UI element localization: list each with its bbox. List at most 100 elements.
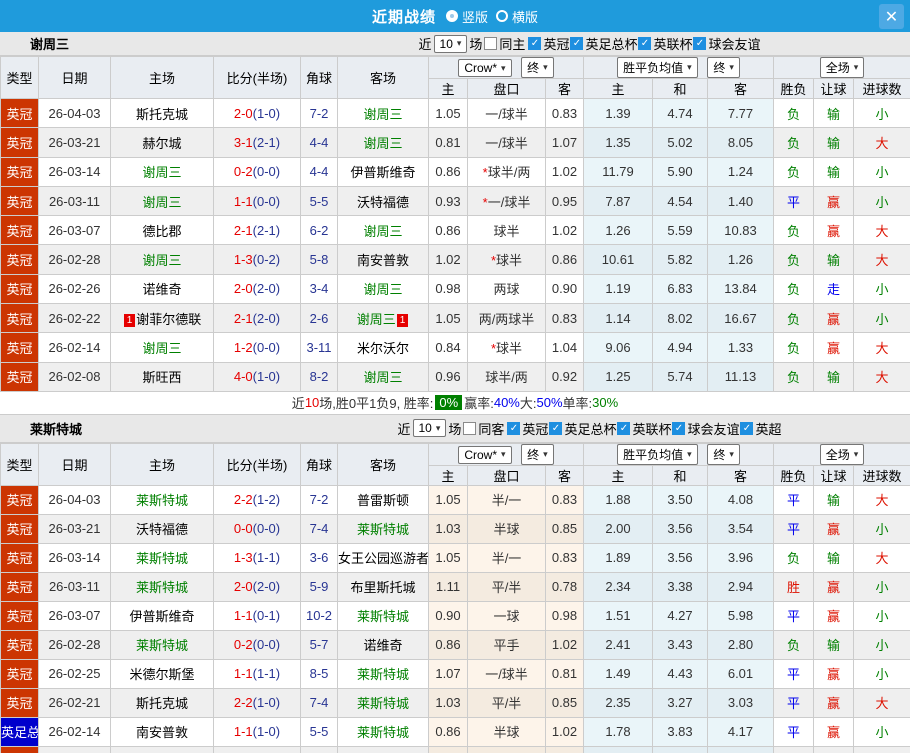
checkbox-checked-icon[interactable]: ✓ [672, 421, 686, 435]
away-team-cell: 南安普敦 [337, 745, 429, 753]
checkbox-unchecked-icon[interactable] [484, 37, 498, 50]
avg-home-cell: 1.49 [583, 658, 653, 689]
table-row: 英冠 26-04-03 莱斯特城 2-2(1-2) 7-2 普雷斯顿 1.05 … [0, 484, 910, 515]
avg-away-cell: 13.84 [706, 273, 775, 305]
away-team-name: 莱斯特城 [356, 522, 409, 538]
match-type-cell: 英冠 [0, 745, 39, 753]
home-team-name: 谢周三 [142, 341, 182, 357]
home-team-name: 莱斯特城 [135, 493, 188, 509]
recent-count-select[interactable]: 10 ▾ [433, 34, 468, 53]
away-team-cell: 布里斯托城 [337, 571, 429, 602]
horizontal-view-label[interactable]: 横版 [512, 7, 538, 26]
scope-select[interactable]: 全场 ▾ [819, 57, 865, 78]
avg-home-cell: 1.88 [583, 484, 653, 515]
away-odds-cell: 0.90 [545, 273, 584, 305]
league-filter[interactable]: ✓ 球会友谊 [693, 34, 761, 53]
away-team-cell: 伊普斯维奇 [337, 156, 429, 187]
handicap-value: 一/球半 [485, 106, 528, 122]
score-cell: 3-4(3-0) [213, 745, 301, 753]
spread-result-cell: 赢 [813, 215, 855, 246]
vertical-view-radio-icon[interactable] [445, 10, 458, 22]
checkbox-checked-icon[interactable]: ✓ [693, 37, 707, 50]
handicap-cell: 平/半 [467, 571, 546, 602]
away-odds-cell: 0.82 [545, 745, 584, 753]
col-type: 类型 [0, 442, 39, 486]
recent-count-select[interactable]: 10 ▾ [412, 419, 447, 438]
corner-cell: 5-8 [300, 244, 338, 275]
close-button[interactable]: ✕ [879, 4, 904, 29]
match-date-cell: 26-02-22 [38, 303, 111, 334]
horizontal-view-radio-icon[interactable] [496, 10, 508, 22]
result-cell: 负 [773, 156, 815, 187]
scope-value: 全场 [825, 61, 850, 75]
league-filter[interactable]: ✓ 球会友谊 [672, 419, 739, 438]
checkbox-checked-icon[interactable]: ✓ [740, 421, 754, 435]
avg-type-select[interactable]: 胜平负均值 ▾ [617, 57, 698, 78]
away-team-name: 女王公园巡游者 [338, 551, 429, 567]
match-date-cell: 26-04-03 [38, 484, 111, 515]
bookmaker-value: Crow* [464, 61, 497, 75]
corner-cell: 8-2 [300, 361, 338, 392]
away-team-cell: 谢周三 [337, 97, 429, 129]
checkbox-checked-icon[interactable]: ✓ [507, 421, 521, 435]
avg-stage-select[interactable]: 终 ▾ [707, 57, 740, 78]
avg-type-select[interactable]: 胜平负均值 ▾ [617, 444, 698, 465]
spread-result-cell: 赢 [813, 513, 855, 544]
away-odds-cell: 0.83 [545, 484, 584, 515]
home-team-name: 斯托克城 [135, 106, 188, 122]
checkbox-checked-icon[interactable]: ✓ [549, 421, 563, 435]
handicap-cell: 一球 [467, 600, 546, 631]
avg-type-value: 胜平负均值 [623, 447, 684, 462]
odds-stage-select[interactable]: 终 ▾ [521, 444, 554, 465]
corner-cell: 7-4 [300, 687, 338, 718]
near-label: 近 [397, 421, 411, 437]
league-filter[interactable]: ✓ 英冠 [507, 419, 548, 438]
match-date-cell: 26-02-14 [38, 332, 111, 363]
league-filter[interactable]: ✓ 英联杯 [617, 419, 671, 438]
handicap-value: 平手 [493, 638, 520, 654]
home-team-name: 诺维奇 [142, 282, 182, 298]
avg-stage-value: 终 [713, 447, 726, 462]
team-1-summary: 近 10 场,胜0平1负9, 胜率: 0% 赢率: 40% 大: 50% 单率: 30% [0, 391, 910, 415]
chevron-down-icon: ▾ [543, 62, 548, 72]
goals-result-cell: 小 [853, 97, 910, 129]
handicap-value: 两/两球半 [478, 311, 535, 327]
league-filter[interactable]: ✓ 英联杯 [638, 34, 692, 53]
same-venue-filter[interactable]: 同客 [463, 419, 504, 438]
avg-draw-cell: 3.56 [652, 513, 708, 544]
vertical-view-label[interactable]: 竖版 [462, 7, 488, 26]
same-venue-filter[interactable]: 同主 [484, 34, 525, 53]
sub-away: 客 [545, 464, 584, 486]
checkbox-checked-icon[interactable]: ✓ [528, 37, 542, 50]
bookmaker-select[interactable]: Crow* ▾ [458, 59, 512, 77]
scope-select[interactable]: 全场 ▾ [819, 444, 865, 465]
checkbox-unchecked-icon[interactable] [463, 421, 477, 435]
away-odds-cell: 0.98 [545, 600, 584, 631]
avg-stage-select[interactable]: 终 ▾ [707, 444, 740, 465]
league-filter[interactable]: ✓ 英足总杯 [570, 34, 637, 53]
match-type-cell: 英冠 [0, 97, 39, 129]
checkbox-checked-icon[interactable]: ✓ [570, 37, 584, 50]
avg-draw-cell: 3.43 [652, 745, 708, 753]
checkbox-checked-icon[interactable]: ✓ [617, 421, 631, 435]
recent-count-value: 10 [439, 36, 453, 51]
result-cell: 负 [773, 127, 815, 158]
odds-stage-select[interactable]: 终 ▾ [521, 57, 554, 78]
away-team-cell: 莱斯特城 [337, 687, 429, 718]
away-odds-cell: 0.78 [545, 571, 584, 602]
match-date-cell: 26-04-03 [38, 97, 111, 129]
checkbox-checked-icon[interactable]: ✓ [638, 37, 652, 50]
table-row: 英冠 26-02-08 斯旺西 4-0(1-0) 8-2 谢周三 0.96 球半… [0, 361, 910, 392]
league-filter[interactable]: ✓ 英足总杯 [549, 419, 616, 438]
table-row: 英足总杯 26-02-14 南安普敦 1-1(1-0) 5-5 莱斯特城 0.8… [0, 716, 910, 747]
league-filter[interactable]: ✓ 英超 [740, 419, 782, 438]
handicap-cell: 半/一 [467, 484, 546, 515]
spread-result-cell: 输 [813, 484, 855, 515]
league-filter[interactable]: ✓ 英冠 [528, 34, 569, 53]
col-home: 主场 [110, 442, 214, 486]
spread-result-cell: 输 [813, 156, 855, 187]
match-type-cell: 英冠 [0, 127, 39, 158]
home-team-name: 米德尔斯堡 [129, 667, 195, 683]
home-odds-cell: 0.98 [428, 273, 468, 305]
bookmaker-select[interactable]: Crow* ▾ [458, 445, 512, 464]
